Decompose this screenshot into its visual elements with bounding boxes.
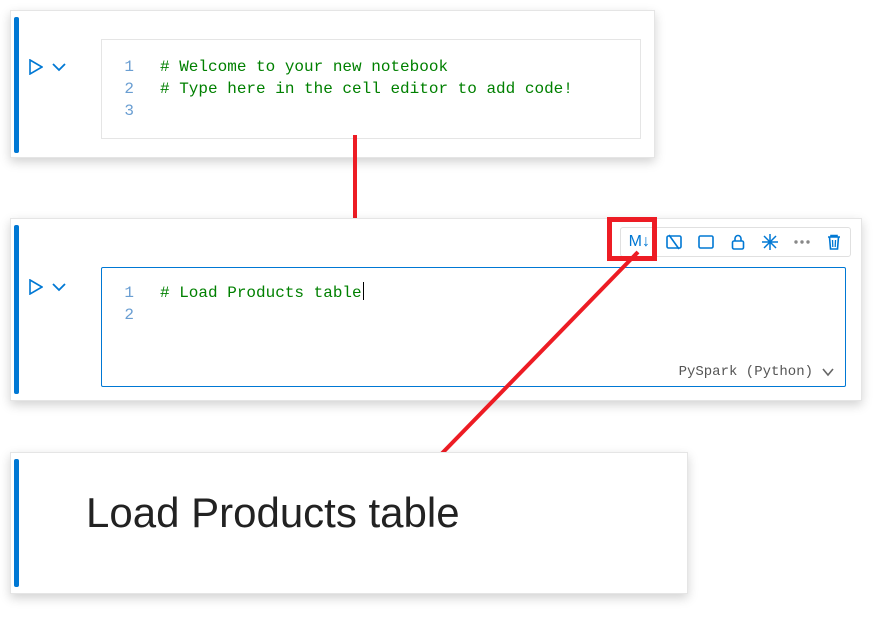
notebook-cell-markdown-rendered: Load Products table xyxy=(10,452,688,594)
line-number: 1 xyxy=(120,282,134,304)
lock-icon[interactable] xyxy=(728,232,748,252)
language-label: PySpark (Python) xyxy=(679,364,813,380)
cell-run-gutter xyxy=(29,59,67,75)
line-number: 2 xyxy=(120,78,134,100)
markdown-heading: Load Products table xyxy=(86,489,460,537)
notebook-cell-welcome: 1 # Welcome to your new notebook 2 # Typ… xyxy=(10,10,655,158)
cell-run-gutter xyxy=(29,279,67,295)
code-editor[interactable]: 1 # Welcome to your new notebook 2 # Typ… xyxy=(101,39,641,139)
code-text: # Type here in the cell editor to add co… xyxy=(160,78,573,100)
code-line: 2 # Type here in the cell editor to add … xyxy=(120,78,622,100)
cell-active-indicator xyxy=(14,225,19,394)
convert-to-markdown-button[interactable]: M↓ xyxy=(627,233,652,251)
code-line: 1 # Load Products table xyxy=(120,282,827,304)
line-number: 3 xyxy=(120,100,134,122)
run-menu-chevron[interactable] xyxy=(51,61,67,73)
freeze-icon[interactable] xyxy=(760,232,780,252)
line-number: 1 xyxy=(120,56,134,78)
code-line: 2 xyxy=(120,304,827,326)
run-cell-button[interactable] xyxy=(29,59,43,75)
code-editor[interactable]: 1 # Load Products table 2 PySpark (Pytho… xyxy=(101,267,846,387)
code-text: # Load Products table xyxy=(160,282,364,304)
toggle-output-icon[interactable] xyxy=(696,232,716,252)
run-menu-chevron[interactable] xyxy=(51,281,67,293)
chevron-down-icon xyxy=(821,367,835,377)
code-line: 3 xyxy=(120,100,622,122)
language-selector[interactable]: PySpark (Python) xyxy=(679,364,835,380)
cell-toolbar: M↓ xyxy=(620,227,851,257)
line-number: 2 xyxy=(120,304,134,326)
delete-cell-icon[interactable] xyxy=(824,232,844,252)
text-cursor xyxy=(363,282,364,300)
run-cell-button[interactable] xyxy=(29,279,43,295)
notebook-cell-load-products: M↓ xyxy=(10,218,862,401)
code-line: 1 # Welcome to your new notebook xyxy=(120,56,622,78)
more-options-icon[interactable] xyxy=(792,232,812,252)
cell-active-indicator xyxy=(14,459,19,587)
toggle-input-icon[interactable] xyxy=(664,232,684,252)
cell-active-indicator xyxy=(14,17,19,153)
code-text: # Welcome to your new notebook xyxy=(160,56,448,78)
